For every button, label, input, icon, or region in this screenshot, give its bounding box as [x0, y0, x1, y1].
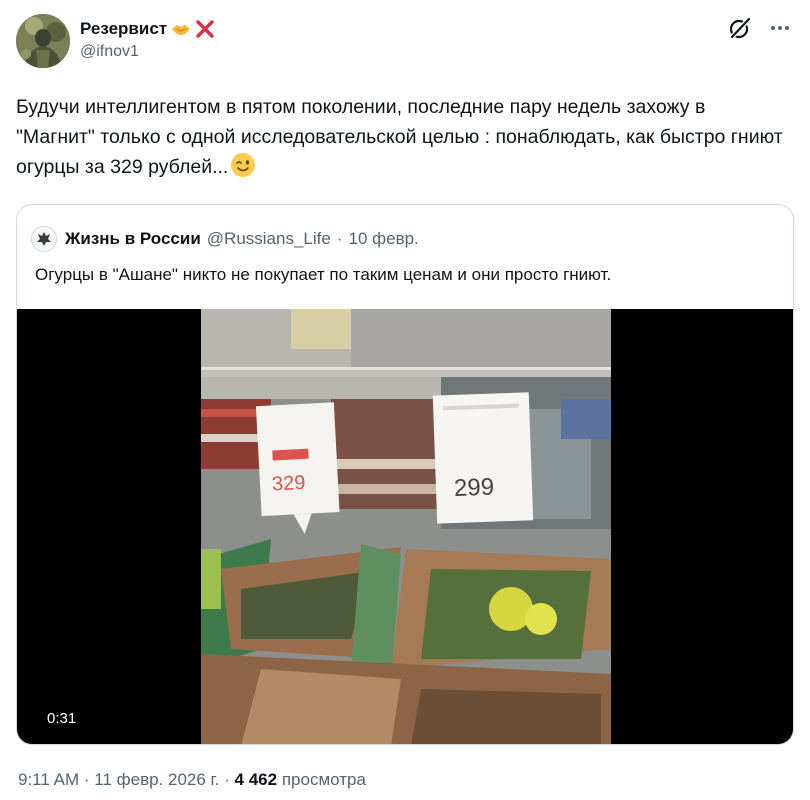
avatar[interactable] — [16, 14, 70, 68]
tweet-text: Будучи интеллигентом в пятом поколении, … — [16, 96, 783, 178]
price-tag-left-text: 329 — [271, 472, 305, 496]
quoted-text: Огурцы в "Ашане" никто не покупает по та… — [35, 265, 612, 284]
tweet-footer: 9:11 AM · 11 февр. 2026 г. · 4 462 просм… — [18, 770, 366, 790]
quoted-tweet-header: Жизнь в России @Russians_Life · 10 февр. — [31, 225, 419, 253]
views-label: просмотра — [281, 770, 366, 789]
quoted-avatar-emblem-icon[interactable] — [31, 226, 57, 252]
user-info: Резервист @ifnov1 — [80, 18, 215, 63]
views-count: 4 462 — [234, 770, 278, 789]
price-tag-right-text: 299 — [454, 474, 495, 502]
post-time[interactable]: 9:11 AM — [18, 770, 79, 789]
tweet-header: Резервист @ifnov1 — [16, 10, 794, 70]
post-date[interactable]: 11 февр. 2026 г. — [94, 770, 219, 789]
video-player[interactable]: 329 299 0:31 — [17, 309, 793, 744]
footer-separator: · — [83, 770, 90, 789]
cross-mark-emoji-icon — [195, 19, 215, 39]
handshake-emoji-icon — [171, 19, 191, 39]
grok-icon[interactable] — [726, 14, 754, 42]
quoted-date[interactable]: 10 февр. — [349, 229, 419, 249]
video-thumbnail: 329 299 — [201, 309, 611, 744]
video-frame: 329 299 — [201, 309, 611, 744]
quoted-tweet[interactable]: Жизнь в России @Russians_Life · 10 февр.… — [16, 204, 794, 745]
tweet-text-container: Будучи интеллигентом в пятом поколении, … — [16, 92, 786, 182]
more-options-icon[interactable] — [766, 16, 794, 40]
wink-emoji-icon — [230, 152, 256, 178]
video-duration: 0:31 — [39, 707, 85, 730]
display-name-row[interactable]: Резервист — [80, 18, 215, 40]
display-name[interactable]: Резервист — [80, 18, 167, 40]
quoted-handle[interactable]: @Russians_Life — [207, 229, 331, 249]
separator-dot: · — [336, 229, 343, 248]
quoted-display-name[interactable]: Жизнь в России — [65, 229, 201, 249]
footer-separator: · — [224, 770, 230, 789]
handle[interactable]: @ifnov1 — [80, 41, 215, 63]
